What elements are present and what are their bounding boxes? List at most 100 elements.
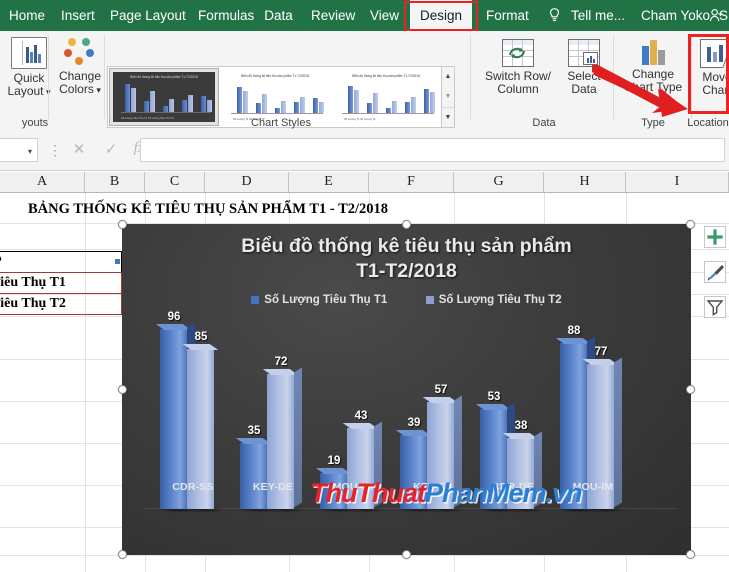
- move-chart-button[interactable]: Move Chart: [693, 39, 729, 97]
- plus-icon: [707, 229, 723, 245]
- column-header-d[interactable]: D: [205, 172, 289, 192]
- chart-handle-top-left[interactable]: [118, 220, 127, 229]
- lightbulb-icon: [540, 0, 564, 31]
- chart-handle-bottom-left[interactable]: [118, 550, 127, 559]
- chart-legend[interactable]: Số Lượng Tiêu Thụ T1 Số Lượng Tiêu Thụ T…: [122, 290, 691, 308]
- change-colors-label-1: Change: [58, 69, 102, 83]
- select-data-button[interactable]: Select Data: [558, 39, 610, 96]
- chart-plot-area[interactable]: 96 85 CDR-SS 35 72 KEY-DE 19 43 MOU-IM 3…: [122, 311, 691, 555]
- tab-formulas[interactable]: Formulas: [189, 0, 255, 31]
- column-header-e[interactable]: E: [289, 172, 369, 192]
- chart-filters-button[interactable]: [704, 296, 726, 318]
- legend-item-series-1[interactable]: Số Lượng Tiêu Thụ T1: [251, 294, 387, 306]
- filter-icon: [706, 300, 724, 316]
- tell-me-box[interactable]: Tell me...: [562, 0, 630, 31]
- tab-review[interactable]: Review: [302, 0, 361, 31]
- person-add-icon[interactable]: [700, 0, 723, 31]
- switch-row-column-icon: [502, 39, 534, 67]
- formula-input[interactable]: [140, 138, 725, 162]
- change-chart-type-label-1: Change: [631, 67, 675, 81]
- tab-view[interactable]: View: [361, 0, 407, 31]
- move-chart-icon: [700, 39, 729, 68]
- tab-home[interactable]: Home: [0, 0, 52, 31]
- quick-layout-button[interactable]: Quick Layout ▾: [0, 37, 60, 99]
- cell-sp-header[interactable]: P: [0, 251, 122, 273]
- column-header-g[interactable]: G: [454, 172, 544, 192]
- tab-data[interactable]: Data: [255, 0, 302, 31]
- group-label-location: Location: [687, 117, 729, 129]
- switch-row-column-button[interactable]: Switch Row/ Column: [478, 39, 558, 96]
- chart-styles-button[interactable]: [704, 261, 726, 283]
- chart-object[interactable]: Biểu đồ thống kê tiêu thụ sản phẩm T1-T2…: [122, 224, 691, 555]
- ribbon-tabbar: Home Insert Page Layout Formulas Data Re…: [0, 0, 729, 31]
- tab-page-layout[interactable]: Page Layout: [101, 0, 189, 31]
- category-label-1: CDR-SS: [172, 481, 214, 493]
- chart-handle-bottom-center[interactable]: [402, 550, 411, 559]
- chart-handle-middle-left[interactable]: [118, 385, 127, 394]
- column-header-b[interactable]: B: [85, 172, 145, 192]
- legend-swatch-series-1: [251, 295, 260, 304]
- switch-row-column-label-2: Column: [497, 82, 539, 96]
- chart-style-thumb-light-2: Biểu đồ thống kê tiêu thụ sản phẩm T1-T2…: [334, 71, 438, 123]
- chart-title: Biểu đồ thống kê tiêu thụ sản phẩm T1-T2…: [122, 234, 691, 284]
- chart-handle-middle-right[interactable]: [686, 385, 695, 394]
- legend-label-series-2: Số Lượng Tiêu Thụ T2: [438, 294, 562, 306]
- change-chart-type-button[interactable]: Change Chart Type: [617, 39, 689, 94]
- sheet-title-text: BẢNG THỐNG KÊ TIÊU THỤ SẢN PHẨM T1 - T2/…: [28, 201, 389, 217]
- data-label-s2-c6: 77: [594, 346, 608, 358]
- excel-window: Home Insert Page Layout Formulas Data Re…: [0, 0, 729, 572]
- legend-label-series-1: Số Lượng Tiêu Thụ T1: [264, 294, 388, 306]
- switch-row-column-label-1: Switch Row/: [484, 69, 552, 83]
- brush-icon: [707, 265, 724, 281]
- column-header-i[interactable]: I: [626, 172, 729, 192]
- select-data-label-2: Data: [571, 82, 597, 96]
- chart-handle-bottom-right[interactable]: [686, 550, 695, 559]
- watermark: ThuThuatPhanMem.vn: [310, 478, 583, 509]
- quick-layout-icon: [11, 37, 47, 69]
- column-header-f[interactable]: F: [369, 172, 454, 192]
- cancel-formula-icon[interactable]: ✕: [68, 140, 90, 158]
- chart-handle-top-right[interactable]: [686, 220, 695, 229]
- column-header-h[interactable]: H: [544, 172, 626, 192]
- formula-bar-dots-icon: ⋮: [48, 142, 62, 158]
- cell-row-t2[interactable]: ượng Tiêu Thụ T2: [0, 293, 122, 315]
- watermark-part-1: ThuThuat: [310, 478, 426, 508]
- worksheet-grid[interactable]: BẢNG THỐNG KÊ TIÊU THỤ SẢN PHẨM T1 - T2/…: [0, 193, 729, 572]
- gallery-scroll-down[interactable]: ▼: [442, 87, 454, 107]
- enter-formula-icon[interactable]: ✓: [100, 140, 122, 158]
- share-label[interactable]: S: [719, 0, 729, 31]
- category-label-2: KEY-DE: [252, 481, 294, 493]
- name-box[interactable]: ▾: [0, 138, 38, 162]
- data-label-s1-c5: 53: [487, 391, 501, 403]
- gallery-scroll-up[interactable]: ▲: [442, 67, 454, 87]
- legend-swatch-series-2: [425, 295, 434, 304]
- tab-insert[interactable]: Insert: [52, 0, 101, 31]
- chart-elements-button[interactable]: [704, 226, 726, 248]
- chart-title-line-2: T1-T2/2018: [356, 260, 457, 282]
- cell-row-t1[interactable]: ượng Tiêu Thụ T1: [0, 272, 122, 294]
- tab-design[interactable]: Design: [410, 0, 472, 31]
- bar-series1-cat2[interactable]: [235, 436, 279, 513]
- group-label-chart-styles: Chart Styles: [251, 117, 311, 129]
- cell-selection-marker: [115, 259, 120, 264]
- chart-style-thumb-light-1: Biểu đồ thống kê tiêu thụ sản phẩm T1-T2…: [223, 71, 327, 123]
- legend-item-series-2[interactable]: Số Lượng Tiêu Thụ T2: [425, 294, 562, 306]
- data-label-s2-c1: 85: [194, 331, 208, 343]
- name-box-chevron-icon[interactable]: ▾: [28, 147, 32, 156]
- change-chart-type-label-2: Chart Type: [623, 80, 683, 94]
- chart-style-thumb-dark: Biểu đồ thống kê tiêu thụ sản phẩm T1-T2…: [113, 72, 215, 122]
- group-label-chart-layouts: youts: [21, 117, 49, 129]
- column-headers: A B C D E F G H I: [0, 172, 729, 193]
- change-colors-label-2: Colors: [59, 82, 94, 96]
- quick-layout-label-1: Quick: [13, 71, 45, 85]
- column-header-a[interactable]: A: [0, 172, 85, 192]
- column-header-c[interactable]: C: [145, 172, 205, 192]
- group-label-data: Data: [532, 117, 556, 129]
- change-colors-button[interactable]: Change Colors ▾: [52, 37, 108, 97]
- data-label-s1-c1: 96: [167, 311, 181, 323]
- watermark-part-2: PhanMem: [424, 478, 547, 508]
- chart-handle-top-center[interactable]: [402, 220, 411, 229]
- move-chart-label-2: Chart: [702, 83, 729, 97]
- account-name[interactable]: Cham Yoko: [632, 0, 710, 31]
- tab-format[interactable]: Format: [477, 0, 533, 31]
